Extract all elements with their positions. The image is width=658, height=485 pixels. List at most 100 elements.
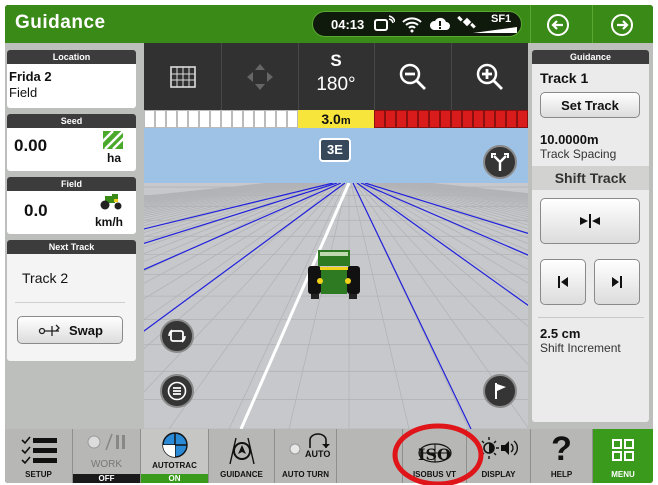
center-track-button[interactable] (540, 198, 640, 244)
zoom-out-button[interactable] (375, 43, 451, 110)
swap-button[interactable]: Swap (17, 316, 123, 344)
setup-label: SETUP (25, 470, 52, 479)
back-arrow-icon (547, 13, 569, 36)
seed-header: Seed (7, 114, 136, 128)
field-header: Field (7, 177, 136, 191)
set-track-label: Set Track (561, 97, 619, 113)
back-button[interactable] (540, 11, 576, 38)
list-icon (167, 381, 187, 401)
auto-turn-icon (309, 433, 330, 448)
track-branch-icon (491, 153, 509, 171)
field-map-icon (169, 65, 196, 88)
seed-area-unit: ha (107, 151, 122, 165)
signal-strength-bar (473, 27, 517, 33)
shift-left-icon (558, 276, 568, 288)
autotrac-state: ON (141, 474, 208, 483)
track-branch-button[interactable] (483, 145, 517, 179)
clock: 04:13 (331, 17, 365, 32)
guidance-header: Guidance (532, 50, 649, 64)
work-label: WORK (90, 459, 123, 470)
next-track-name: Track 2 (22, 270, 69, 286)
shift-left-button[interactable] (540, 259, 586, 305)
seed-area-value: 0.00 (14, 136, 48, 155)
flag-button[interactable] (483, 374, 517, 408)
status-bar[interactable]: 04:13 SF1 (312, 11, 522, 37)
location-header: Location (7, 50, 136, 64)
field-speed-card[interactable]: Field 0.0 km/h (7, 177, 136, 234)
menu-button[interactable]: MENU (593, 429, 653, 483)
work-state: OFF (73, 474, 140, 483)
bottom-toolbar: SETUP WORK OFF AUTOTRAC ON GUIDANCE AUTO… (5, 429, 653, 483)
cloud-alert-icon (429, 17, 450, 30)
swap-track-icon (38, 324, 60, 336)
shift-increment-value: 2.5 cm (540, 326, 581, 341)
next-track-card: Next Track Track 2 Swap (7, 240, 136, 361)
location-card[interactable]: Location Frida 2 Field (7, 50, 136, 108)
zoom-out-icon (399, 63, 426, 90)
offset-value: 3.0 (321, 111, 341, 127)
field-client-name: Frida 2 (9, 69, 52, 84)
tractor-speed-icon (100, 194, 122, 210)
pass-number-badge: 3E (319, 138, 351, 162)
area-coverage-icon (103, 131, 123, 149)
view-mode-icon (168, 329, 186, 343)
guidance-icon (228, 437, 255, 465)
help-icon: ? (551, 430, 572, 468)
help-label: HELP (550, 470, 573, 479)
field-name: Field (9, 85, 38, 100)
next-track-header: Next Track (7, 240, 136, 254)
zoom-in-button[interactable] (452, 43, 528, 110)
autotrac-icon (161, 432, 188, 458)
speed-unit: km/h (95, 215, 124, 229)
center-track-icon (580, 214, 600, 228)
guidance-button[interactable]: GUIDANCE (209, 429, 275, 483)
field-ground (144, 183, 528, 429)
map-toolbar: S 180° (144, 43, 528, 110)
receiver-connection-icon (374, 15, 395, 31)
set-track-button[interactable]: Set Track (540, 92, 640, 118)
swap-label: Swap (69, 322, 103, 338)
left-panel: Location Frida 2 Field Seed 0.00 ha Fiel… (5, 43, 144, 429)
auto-turn-button[interactable]: AUTO AUTO TURN (275, 429, 337, 483)
highlight-circle (392, 423, 484, 485)
guidance-screen: Guidance 04:13 SF1 Location Frida 2 Fiel… (5, 5, 653, 483)
help-button[interactable]: ? HELP (531, 429, 593, 483)
shift-track-header: Shift Track (532, 166, 649, 190)
track-spacing-label: Track Spacing (540, 147, 617, 161)
guidance-map-view[interactable]: S 180° 3.0m 3E (144, 43, 528, 429)
shift-right-icon (612, 276, 622, 288)
speed-value: 0.0 (24, 201, 48, 220)
wifi-icon (402, 17, 422, 33)
heading-readout: S 180° (298, 51, 374, 96)
zoom-in-icon (476, 63, 503, 90)
header-bar: Guidance 04:13 SF1 (5, 5, 653, 43)
guidance-label: GUIDANCE (220, 470, 263, 479)
menu-grid-icon (612, 439, 634, 461)
autotrac-button[interactable]: AUTOTRAC ON (141, 429, 209, 483)
guidance-card: Guidance Track 1 Set Track 10.0000m Trac… (532, 50, 649, 422)
page-title: Guidance (15, 12, 106, 33)
field-map-button[interactable] (144, 43, 221, 110)
menu-label: MENU (611, 470, 635, 479)
forward-button[interactable] (604, 11, 640, 38)
heading-direction: S (330, 51, 342, 70)
setup-icon (20, 436, 57, 465)
auto-turn-badge: AUTO (305, 449, 331, 459)
right-panel: Guidance Track 1 Set Track 10.0000m Trac… (528, 43, 653, 429)
work-status-icon (87, 433, 125, 451)
heading-degrees: 180° (316, 74, 356, 95)
forward-arrow-icon (611, 13, 633, 36)
list-button[interactable] (160, 374, 194, 408)
setup-button[interactable]: SETUP (5, 429, 73, 483)
shift-increment-label: Shift Increment (540, 341, 621, 355)
work-button[interactable]: WORK OFF (73, 429, 141, 483)
track-spacing-value: 10.0000m (540, 132, 599, 147)
offset-readout: 3.0m (298, 110, 374, 128)
seed-card[interactable]: Seed 0.00 ha (7, 114, 136, 171)
track-name: Track 1 (540, 70, 589, 86)
offset-unit: m (340, 115, 351, 127)
pan-button[interactable] (222, 43, 298, 110)
shift-right-button[interactable] (594, 259, 640, 305)
view-mode-button[interactable] (160, 319, 194, 353)
pan-icon (247, 63, 273, 90)
